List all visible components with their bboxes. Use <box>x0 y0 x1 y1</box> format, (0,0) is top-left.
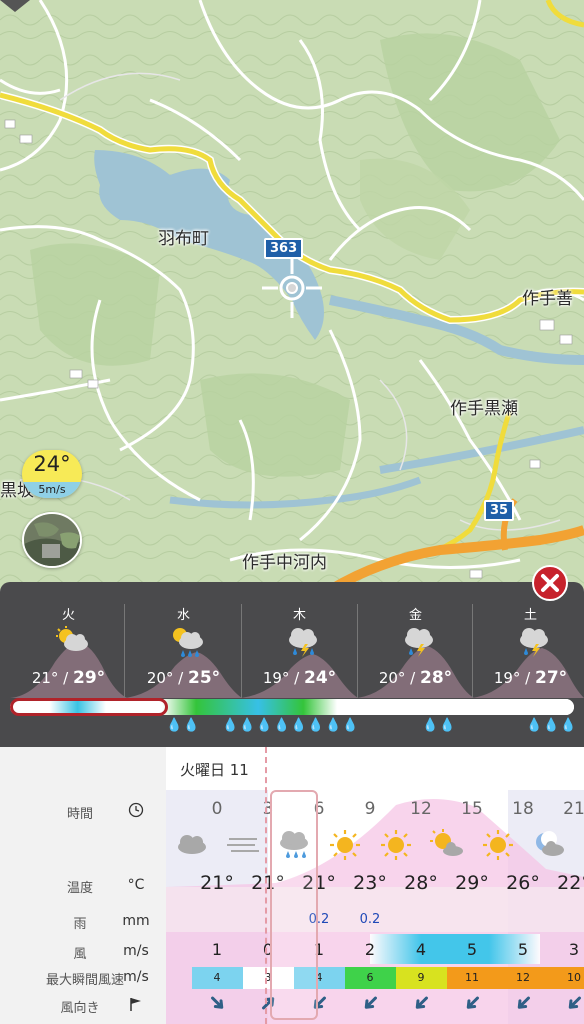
day-temps: 19° / 24° <box>241 668 358 688</box>
temp-separator: / <box>58 669 73 687</box>
current-temp-bubble[interactable]: 24° 5m/s <box>22 450 82 498</box>
rain-drop-icon: 💧💧💧 <box>526 718 578 733</box>
partly-cloudy-icon <box>56 626 88 651</box>
clock-icon <box>128 802 144 818</box>
day-high-temp: 27° <box>535 668 568 688</box>
row-label-direction: 風向き <box>60 1001 100 1016</box>
route-35-badge: 35 <box>484 500 515 521</box>
rain-drop-icon: 💧💧 <box>166 718 201 733</box>
day-high-temp: 29° <box>73 668 106 688</box>
temp-separator: / <box>405 669 420 687</box>
day-temps: 20° / 25° <box>125 668 242 688</box>
rain-drop-icon: 💧💧 <box>422 718 457 733</box>
unit-wind: m/s <box>123 943 149 959</box>
row-label-temp: 温度 <box>66 881 93 896</box>
current-time-marker <box>265 747 267 1024</box>
day-low-temp: 20° <box>146 669 174 687</box>
day-low-temp: 21° <box>31 669 59 687</box>
hour-wind: 3 <box>568 940 580 959</box>
map-label-sakute-nakakouchi: 作手中河内 <box>242 553 327 573</box>
close-button[interactable] <box>532 565 568 601</box>
day-forecast-thu[interactable]: 木 19° / 24° <box>241 582 358 700</box>
close-icon <box>541 574 559 592</box>
cloud-icon <box>178 835 206 854</box>
temp-separator: / <box>289 669 304 687</box>
cloud-thunder-rain-icon <box>289 628 317 657</box>
hourly-forecast-table: 時間 温度 °C 雨 mm 風 m/s 最大瞬間風速 m/s 風向き 火曜日 1… <box>0 747 584 1024</box>
temp-separator: / <box>173 669 188 687</box>
timeline-selection-window[interactable] <box>10 698 168 716</box>
moon-cloud-icon <box>536 831 564 856</box>
current-temp: 24° <box>33 452 71 476</box>
sun-icon <box>330 830 360 860</box>
day-name: 火 <box>61 608 75 623</box>
day-temps: 19° / 27° <box>472 668 584 688</box>
crosshair-icon <box>262 258 322 318</box>
hour-column[interactable]: 12 28° 4 9 <box>370 747 447 1024</box>
sun-cloud-rain-icon <box>173 628 203 657</box>
hour-column[interactable]: 9 23° 0.2 2 6 <box>319 747 396 1024</box>
day-forecast-wed[interactable]: 水 20° / 25° <box>125 582 242 700</box>
wind-arrow-icon <box>568 996 581 1009</box>
row-label-time: 時間 <box>66 807 93 822</box>
map-label-habu: 羽布町 <box>158 229 209 249</box>
sun-icon <box>381 830 411 860</box>
rain-drop-icon: 💧💧💧💧💧💧💧💧 <box>222 718 360 733</box>
day-low-temp: 20° <box>378 669 406 687</box>
map-label-sakute-kurose: 作手黒瀬 <box>450 399 518 419</box>
unit-gust: m/s <box>123 969 149 985</box>
sun-icon <box>483 830 513 860</box>
hour-column[interactable]: 18 26° 5 12 <box>472 747 549 1024</box>
cloud-thunder-rain-icon <box>520 628 548 657</box>
day-name: 木 <box>292 608 306 623</box>
day-name: 土 <box>523 608 537 623</box>
day-forecast-sat[interactable]: 土 19° / 27° <box>472 582 584 700</box>
map-label-sakute-zen: 作手善 <box>522 289 573 309</box>
day-name: 金 <box>408 608 422 623</box>
hour-column[interactable]: 21 22° 3 10 <box>523 747 584 1024</box>
unit-rain: mm <box>122 913 150 929</box>
location-photo-thumbnail[interactable] <box>22 512 82 568</box>
hour-gust: 10 <box>548 967 584 989</box>
day-high-temp: 28° <box>420 668 453 688</box>
fog-icon <box>227 838 259 852</box>
day-low-temp: 19° <box>262 669 290 687</box>
hour-column[interactable]: 3 21° 0 3 <box>217 747 294 1024</box>
day-high-temp: 24° <box>304 668 337 688</box>
hour-temp: 22° <box>557 872 584 894</box>
day-forecast-fri[interactable]: 金 20° / 28° <box>357 582 474 700</box>
day-low-temp: 19° <box>493 669 521 687</box>
flag-icon <box>130 998 141 1011</box>
unit-temp: °C <box>127 877 145 893</box>
row-label-rain: 雨 <box>73 917 87 932</box>
day-temps: 21° / 29° <box>10 668 127 688</box>
sun-cloud-icon <box>430 829 463 856</box>
selected-hour-highlight <box>270 790 318 1020</box>
current-wind: 5m/s <box>22 482 82 498</box>
photo-image <box>24 514 80 566</box>
hour-column[interactable]: 0 21° 1 4 <box>166 747 243 1024</box>
day-forecast-tue[interactable]: 火 21° / 29° <box>10 582 127 700</box>
day-name: 水 <box>176 608 190 623</box>
hour-column[interactable]: 15 29° 5 11 <box>421 747 498 1024</box>
temp-separator: / <box>520 669 535 687</box>
hour-label: 21 <box>563 799 584 819</box>
route-363-badge: 363 <box>264 238 304 259</box>
collapse-handle-icon[interactable] <box>0 0 30 12</box>
hourly-columns[interactable]: 火曜日 11 0 21° 1 4 3 21° 0 3 6 21° 0.2 1 4 9 23° 0.2 2 6 12 2… <box>166 747 584 1024</box>
cloud-thunder-rain-icon <box>405 628 433 657</box>
row-label-wind: 風 <box>73 947 87 962</box>
day-temps: 20° / 28° <box>357 668 474 688</box>
day-high-temp: 25° <box>188 668 221 688</box>
map-view[interactable]: 羽布町 作手善 作手黒瀬 作手中河内 黒坂 363 35 24° 5m/s <box>0 0 584 590</box>
